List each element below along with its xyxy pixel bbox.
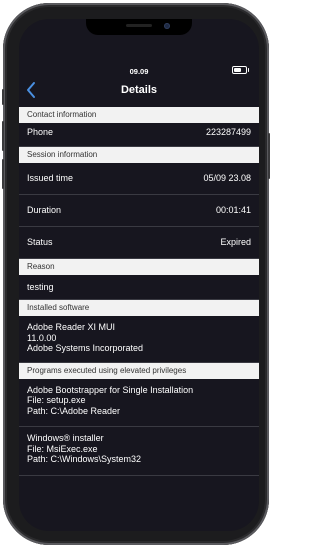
program-name: Adobe Bootstrapper for Single Installati… — [27, 384, 194, 395]
software-name: Adobe Reader XI MUI — [27, 322, 116, 332]
section-header-programs: Programs executed using elevated privile… — [19, 362, 259, 379]
reason-value: testing — [27, 282, 54, 292]
program-file: File: MsiExec.exe — [27, 443, 98, 454]
status-row: Status Expired — [19, 227, 259, 259]
reason-row: testing — [19, 275, 259, 300]
phone-frame: 09.09 Details Contact information Phone … — [2, 3, 270, 545]
battery-icon — [232, 66, 249, 74]
phone-value: 223287499 — [205, 127, 251, 137]
program-item: Adobe Bootstrapper for Single Installati… — [19, 379, 259, 427]
issued-time-value: 05/09 23.08 — [203, 173, 251, 183]
duration-label: Duration — [27, 205, 62, 215]
section-header-session: Session information — [19, 147, 259, 163]
section-header-software: Installed software — [19, 300, 259, 316]
section-header-contact: Contact information — [19, 107, 259, 123]
mute-switch — [2, 89, 4, 105]
speaker — [126, 24, 152, 27]
issued-time-label: Issued time — [27, 173, 74, 183]
status-time: 09.09 — [129, 67, 149, 76]
phone-label: Phone — [27, 127, 54, 137]
status-value: Expired — [220, 237, 251, 247]
navigation-bar: Details — [19, 79, 259, 107]
duration-value: 00:01:41 — [215, 205, 251, 215]
phone-row: Phone 223287499 — [19, 123, 259, 147]
program-name: Windows® installer — [27, 433, 104, 443]
program-file: File: setup.exe — [27, 395, 86, 405]
duration-row: Duration 00:01:41 — [19, 195, 259, 227]
details-list: Contact information Phone 223287499 Sess… — [19, 107, 259, 476]
volume-down-button — [2, 159, 4, 189]
screen: 09.09 Details Contact information Phone … — [19, 19, 259, 531]
notch — [86, 19, 192, 35]
software-publisher: Adobe Systems Incorporated — [27, 343, 144, 353]
software-item: Adobe Reader XI MUI 11.0.00 Adobe System… — [19, 316, 259, 363]
power-button — [268, 133, 270, 179]
software-version: 11.0.00 — [27, 332, 57, 343]
volume-up-button — [2, 121, 4, 151]
page-title: Details — [120, 84, 158, 96]
front-camera — [164, 23, 170, 29]
status-label: Status — [27, 237, 53, 247]
issued-time-row: Issued time 05/09 23.08 — [19, 163, 259, 195]
section-header-reason: Reason — [19, 259, 259, 275]
program-item: Windows® installer File: MsiExec.exe Pat… — [19, 427, 259, 476]
program-path: Path: C:\Adobe Reader — [27, 405, 121, 416]
program-path: Path: C:\Windows\System32 — [27, 454, 142, 464]
